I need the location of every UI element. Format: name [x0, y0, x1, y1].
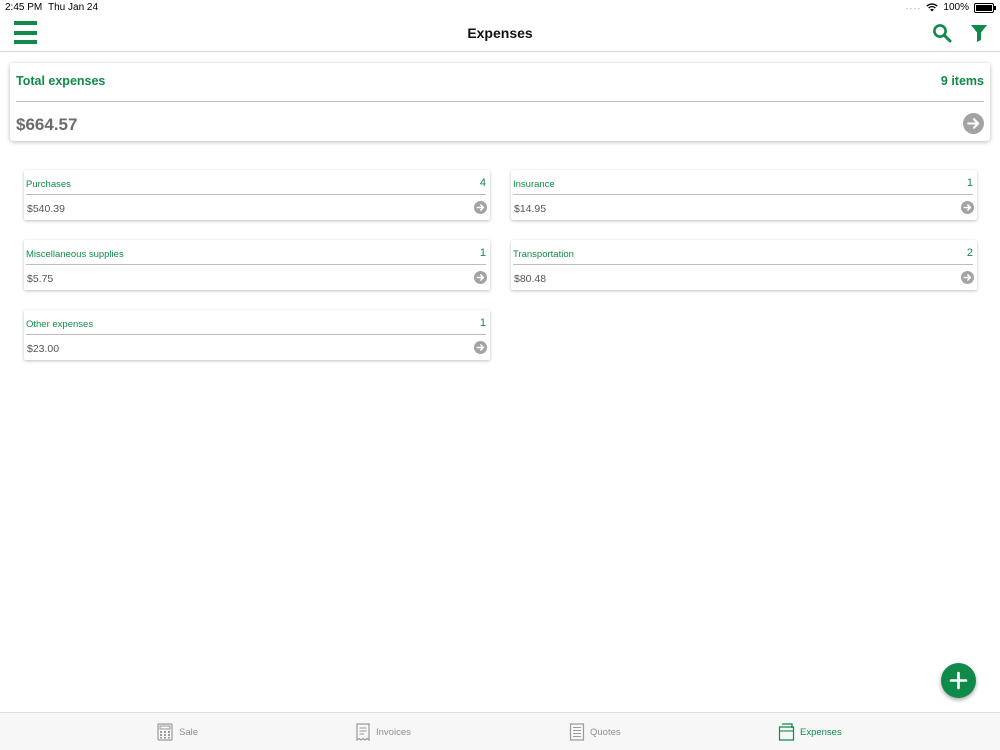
total-expenses-label: Total expenses: [16, 74, 106, 88]
divider: [16, 101, 984, 102]
arrow-right-circle-icon[interactable]: [961, 201, 974, 214]
arrow-right-circle-icon[interactable]: [963, 113, 984, 134]
category-card-transportation[interactable]: Transportation 2 $80.48: [511, 240, 977, 290]
category-name: Insurance: [513, 179, 555, 190]
category-amount: $5.75: [27, 273, 54, 285]
category-name: Miscellaneous supplies: [26, 249, 124, 260]
divider: [26, 334, 486, 335]
quote-icon: [569, 723, 585, 741]
arrow-right-circle-icon[interactable]: [474, 341, 487, 354]
invoice-icon: [356, 723, 370, 741]
divider: [513, 264, 973, 265]
tab-sale[interactable]: Sale: [156, 713, 198, 750]
divider: [26, 194, 486, 195]
category-card-miscellaneous-supplies[interactable]: Miscellaneous supplies 1 $5.75: [24, 240, 490, 290]
battery-percent: 100%: [943, 2, 969, 13]
category-amount: $23.00: [27, 343, 60, 355]
add-expense-button[interactable]: [941, 663, 976, 698]
category-name: Other expenses: [26, 319, 94, 330]
total-expenses-amount: $664.57: [16, 115, 78, 134]
arrow-right-circle-icon[interactable]: [474, 271, 487, 284]
status-bar: 2:45 PM Thu Jan 24 ···· 100%: [0, 0, 1000, 16]
status-indicators: ···· 100%: [905, 2, 996, 13]
category-amount: $540.39: [27, 203, 65, 215]
arrow-right-circle-icon[interactable]: [961, 271, 974, 284]
tab-label: Expenses: [800, 726, 842, 738]
category-count: 2: [966, 247, 973, 259]
total-items-count: 9 items: [940, 74, 984, 88]
battery-icon: [974, 2, 996, 13]
status-time: 2:45 PM: [5, 2, 43, 13]
category-count: 1: [479, 247, 486, 259]
wifi-icon: [926, 3, 939, 12]
divider: [513, 194, 973, 195]
plus-icon: [949, 671, 968, 690]
tab-quotes[interactable]: Quotes: [569, 713, 621, 750]
divider: [26, 264, 486, 265]
nav-bar: Expenses: [0, 16, 1000, 52]
category-name: Purchases: [26, 179, 71, 190]
search-icon[interactable]: [932, 23, 952, 43]
tab-bar: Sale Invoices Quotes Expenses: [0, 712, 1000, 750]
tab-invoices[interactable]: Invoices: [355, 713, 411, 750]
total-expenses-card[interactable]: Total expenses 9 items $664.57: [10, 63, 990, 141]
tab-label: Invoices: [376, 726, 411, 738]
expenses-icon: [778, 723, 795, 741]
filter-icon[interactable]: [970, 23, 988, 43]
category-count: 1: [479, 317, 486, 329]
tab-label: Sale: [179, 726, 199, 738]
category-amount: $14.95: [514, 203, 547, 215]
category-name: Transportation: [513, 249, 574, 260]
signal-icon: ····: [905, 2, 922, 13]
category-card-purchases[interactable]: Purchases 4 $540.39: [24, 170, 490, 220]
tab-expenses[interactable]: Expenses: [778, 713, 842, 750]
category-count: 1: [966, 177, 973, 189]
category-card-other-expenses[interactable]: Other expenses 1 $23.00: [24, 310, 490, 360]
page-title: Expenses: [467, 25, 533, 41]
register-icon: [157, 723, 173, 741]
tab-label: Quotes: [590, 726, 621, 738]
category-card-insurance[interactable]: Insurance 1 $14.95: [511, 170, 977, 220]
arrow-right-circle-icon[interactable]: [474, 201, 487, 214]
category-count: 4: [479, 177, 486, 189]
status-date: Thu Jan 24: [48, 2, 99, 13]
category-amount: $80.48: [514, 273, 547, 285]
